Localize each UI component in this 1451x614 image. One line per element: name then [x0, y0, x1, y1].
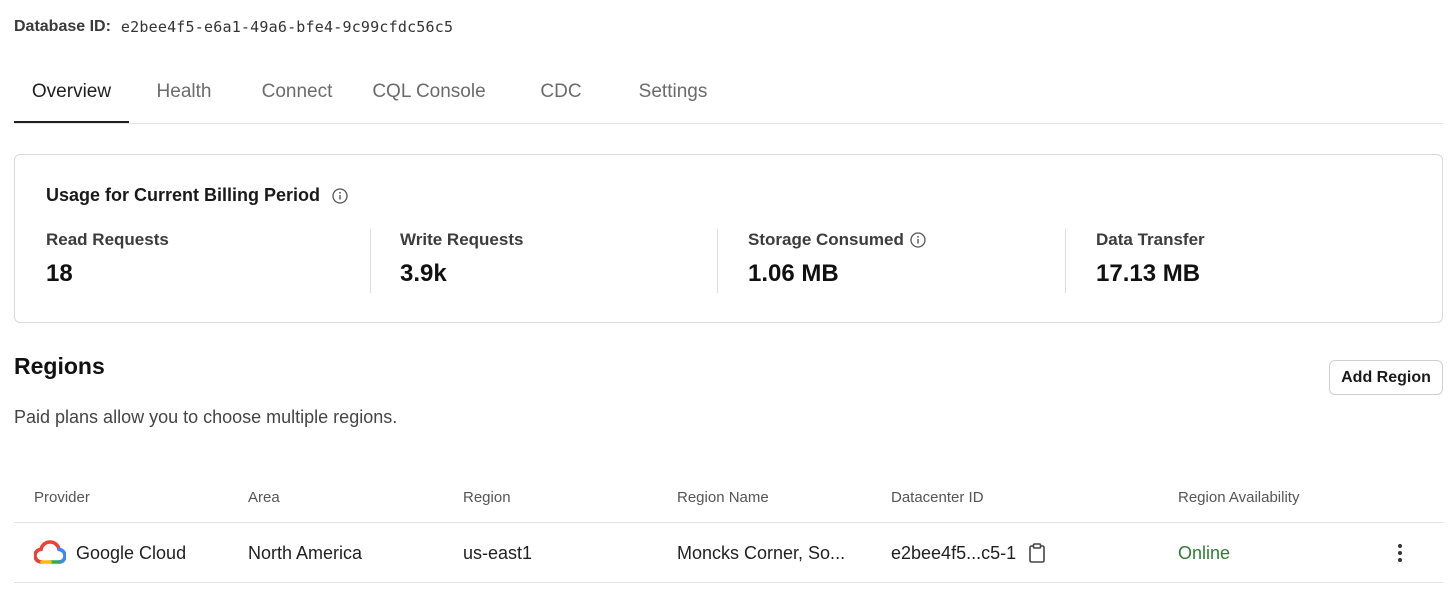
metric-divider [1065, 229, 1066, 293]
tab-settings[interactable]: Settings [633, 62, 713, 122]
clipboard-copy-icon[interactable] [1028, 543, 1046, 563]
tab-bar: Overview Health Connect CQL Console CDC … [14, 62, 1443, 124]
cell-region: us-east1 [463, 542, 533, 563]
metric-label-row: Storage Consumed [748, 229, 926, 251]
cell-region-name: Moncks Corner, So... [677, 542, 846, 563]
usage-title: Usage for Current Billing Period [46, 185, 348, 206]
metric-divider [717, 229, 718, 293]
tab-overview[interactable]: Overview [14, 62, 129, 123]
metric-value: 1.06 MB [748, 260, 839, 287]
table-row: Google Cloud North America us-east1 Monc… [14, 523, 1443, 583]
cell-provider: Google Cloud [34, 523, 186, 583]
provider-name: Google Cloud [76, 542, 187, 563]
datacenter-id-value: e2bee4f5...c5-1 [891, 542, 1017, 563]
metric-label: Read Requests [46, 230, 169, 249]
metric-divider [370, 229, 371, 293]
regions-subtitle: Paid plans allow you to choose multiple … [14, 407, 398, 427]
column-header-region: Region [463, 489, 511, 506]
metric-read-requests: Read Requests 18 [46, 229, 169, 293]
regions-table: Provider Area Region Region Name Datacen… [14, 474, 1443, 583]
info-icon[interactable] [910, 232, 926, 248]
tab-connect[interactable]: Connect [257, 62, 337, 122]
database-id: Database ID: e2bee4f5-e6a1-49a6-bfe4-9c9… [14, 16, 453, 38]
metric-value: 17.13 MB [1096, 260, 1201, 287]
cell-area: North America [248, 542, 363, 563]
metric-data-transfer: Data Transfer 17.13 MB [1096, 229, 1205, 293]
metric-label: Storage Consumed [748, 230, 904, 249]
tab-cdc[interactable]: CDC [538, 62, 584, 122]
column-header-area: Area [248, 489, 280, 506]
database-id-value: e2bee4f5-e6a1-49a6-bfe4-9c99cfdc56c5 [120, 18, 454, 36]
tab-cql-console[interactable]: CQL Console [368, 62, 490, 122]
column-header-provider: Provider [34, 489, 90, 506]
more-options-icon[interactable] [1390, 542, 1410, 564]
add-region-button[interactable]: Add Region [1329, 360, 1443, 395]
column-header-region-name: Region Name [677, 489, 769, 506]
google-cloud-icon [34, 540, 66, 564]
cell-actions [1390, 523, 1410, 583]
metric-storage-consumed: Storage Consumed 1.06 MB [748, 229, 926, 293]
metric-label: Write Requests [400, 230, 524, 249]
cell-datacenter-id: e2bee4f5...c5-1 [891, 523, 1046, 583]
metric-write-requests: Write Requests 3.9k [400, 229, 523, 293]
metric-value: 3.9k [400, 260, 447, 287]
cell-region-availability: Online [1178, 542, 1231, 563]
column-header-datacenter-id: Datacenter ID [891, 489, 984, 506]
metric-label: Data Transfer [1096, 230, 1205, 249]
metric-value: 18 [46, 260, 73, 287]
info-icon[interactable] [332, 187, 348, 204]
usage-title-text: Usage for Current Billing Period [46, 185, 321, 205]
usage-card: Usage for Current Billing Period Read Re… [14, 154, 1443, 323]
table-header: Provider Area Region Region Name Datacen… [14, 474, 1443, 523]
tab-health[interactable]: Health [153, 62, 215, 122]
database-id-label: Database ID: [14, 18, 111, 35]
regions-title: Regions [14, 353, 105, 379]
column-header-region-availability: Region Availability [1178, 489, 1300, 506]
